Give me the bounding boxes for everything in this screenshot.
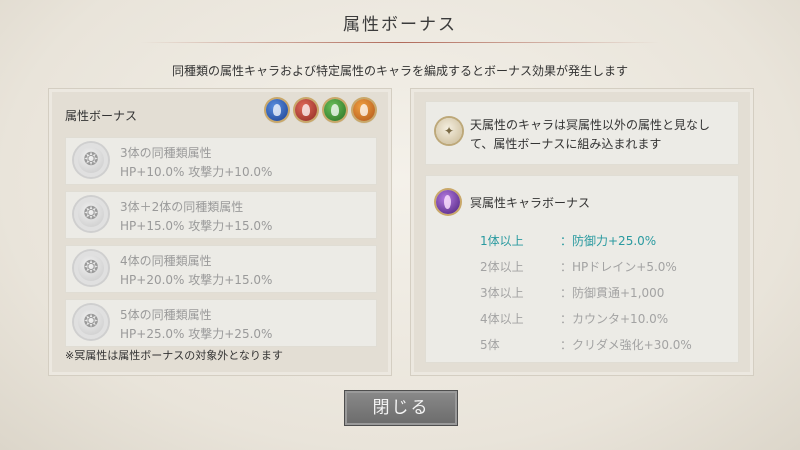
bonus-row: ❂ 4体の同種類属性 HP+20.0% 攻撃力+15.0% bbox=[65, 245, 377, 293]
tier-count: 4体以上 bbox=[480, 312, 524, 326]
dark-exclusion-note: ※冥属性は属性ボーナスの対象外となります bbox=[65, 349, 283, 362]
water-icon bbox=[266, 99, 288, 121]
page-title: 属性ボーナス bbox=[343, 15, 457, 35]
bonus-row: ❂ 3体＋2体の同種類属性 HP+15.0% 攻撃力+15.0% bbox=[65, 191, 377, 239]
dark-element-icon bbox=[436, 190, 460, 214]
swirl-emblem-icon: ❂ bbox=[74, 305, 108, 339]
bonus-stats: HP+10.0% 攻撃力+10.0% bbox=[120, 165, 273, 179]
element-icons bbox=[266, 99, 375, 121]
earth-icon bbox=[353, 99, 375, 121]
attribute-bonus-panel: 属性ボーナス ❂ 3体の同種類属性 HP+10.0% 攻撃力+10.0% ❂ 3… bbox=[48, 88, 392, 376]
tier-count: 2体以上 bbox=[480, 260, 524, 274]
special-attribute-panel: ✦ 天属性のキャラは冥属性以外の属性と見なし て、属性ボーナスに組み込まれます … bbox=[410, 88, 754, 376]
info-line: 天属性のキャラは冥属性以外の属性と見なし bbox=[470, 118, 711, 132]
bonus-list: ❂ 3体の同種類属性 HP+10.0% 攻撃力+10.0% ❂ 3体＋2体の同種… bbox=[65, 137, 377, 353]
bonus-name: 3体の同種類属性 bbox=[120, 146, 212, 160]
tier-effect: ：カウンタ+10.0% bbox=[560, 312, 669, 326]
tier-effect: ：クリダメ強化+30.0% bbox=[560, 338, 692, 352]
info-line: て、属性ボーナスに組み込まれます bbox=[470, 137, 662, 151]
heaven-attribute-info: ✦ 天属性のキャラは冥属性以外の属性と見なし て、属性ボーナスに組み込まれます bbox=[425, 101, 739, 165]
bonus-row: ❂ 3体の同種類属性 HP+10.0% 攻撃力+10.0% bbox=[65, 137, 377, 185]
swirl-emblem-icon: ❂ bbox=[74, 251, 108, 285]
bonus-name: 5体の同種類属性 bbox=[120, 308, 212, 322]
heaven-info-text: 天属性のキャラは冥属性以外の属性と見なし て、属性ボーナスに組み込まれます bbox=[470, 116, 710, 154]
dark-bonus-box: 冥属性キャラボーナス 1体以上 ：防御力+25.0% 2体以上 ：HPドレイン+… bbox=[425, 175, 739, 363]
heaven-emblem-icon: ✦ bbox=[436, 118, 462, 144]
bonus-row: ❂ 5体の同種類属性 HP+25.0% 攻撃力+25.0% bbox=[65, 299, 377, 347]
tier-effect: ：HPドレイン+5.0% bbox=[560, 260, 677, 274]
close-button[interactable]: 閉じる bbox=[344, 390, 458, 426]
bonus-stats: HP+25.0% 攻撃力+25.0% bbox=[120, 327, 273, 341]
tier-effect: ：防御力+25.0% bbox=[560, 234, 657, 248]
bonus-name: 4体の同種類属性 bbox=[120, 254, 212, 268]
tier-count: 3体以上 bbox=[480, 286, 524, 300]
swirl-emblem-icon: ❂ bbox=[74, 197, 108, 231]
bonus-name: 3体＋2体の同種類属性 bbox=[120, 200, 244, 214]
panel-heading: 属性ボーナス bbox=[65, 109, 138, 123]
bonus-stats: HP+15.0% 攻撃力+15.0% bbox=[120, 219, 273, 233]
fire-icon bbox=[295, 99, 317, 121]
dark-bonus-title: 冥属性キャラボーナス bbox=[470, 196, 591, 210]
page-subtitle: 同種類の属性キャラおよび特定属性のキャラを編成するとボーナス効果が発生します bbox=[171, 64, 628, 78]
swirl-emblem-icon: ❂ bbox=[74, 143, 108, 177]
tier-effect: ：防御貫通+1,000 bbox=[560, 286, 665, 300]
title-divider bbox=[140, 42, 660, 43]
bonus-stats: HP+20.0% 攻撃力+15.0% bbox=[120, 273, 273, 287]
tier-count: 5体 bbox=[480, 338, 500, 352]
wind-icon bbox=[324, 99, 346, 121]
tier-count: 1体以上 bbox=[480, 234, 524, 248]
